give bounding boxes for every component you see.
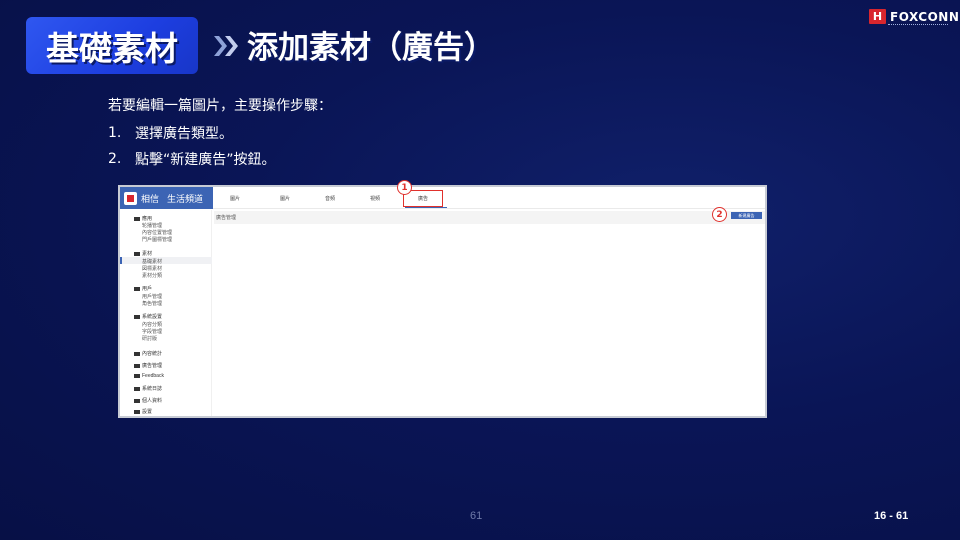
- step-1: 1. 選擇廣告類型。: [108, 120, 276, 146]
- sidebar-item-basic-materials[interactable]: 基礎素材: [142, 258, 162, 265]
- sidebar-item[interactable]: 門戶圖標管理: [142, 236, 172, 243]
- sidebar-group-users[interactable]: 用戶: [134, 285, 152, 292]
- title-pill: 基礎素材: [26, 17, 198, 74]
- logs-icon: [134, 386, 140, 391]
- sidebar-group-label: 內容統計: [142, 351, 163, 357]
- sidebar-group-label: 廣告管理: [142, 363, 163, 369]
- nav-item-audio[interactable]: 音頻: [325, 195, 335, 202]
- sidebar-group-label: 系統日誌: [142, 386, 163, 392]
- sidebar-item[interactable]: 轮播管理: [142, 222, 162, 229]
- logo-tagline-line: [888, 24, 948, 26]
- instructions-intro: 若要編輯一篇圖片，主要操作步驟：: [108, 98, 332, 114]
- brand-name: 相信: [141, 194, 160, 205]
- ads-icon: [134, 363, 140, 368]
- gear-icon: [134, 409, 140, 414]
- page-subtitle: 添加素材（廣告）: [247, 30, 495, 66]
- step-text: 選擇廣告類型。: [135, 126, 233, 142]
- sidebar-item[interactable]: 內容分類: [142, 321, 162, 328]
- sidebar-item[interactable]: 字段管理: [142, 328, 162, 335]
- foxconn-logo-mark: H: [869, 9, 886, 24]
- instruction-steps: 1. 選擇廣告類型。 2. 點擊“新建廣告”按鈕。: [108, 120, 276, 172]
- page-number-center: 61: [470, 510, 483, 522]
- settings-icon: [134, 314, 140, 319]
- foxconn-logo: H FOXCONN: [869, 9, 959, 24]
- sidebar-group-label: 個人資料: [142, 398, 163, 404]
- step-number: 1.: [108, 125, 122, 141]
- sidebar-item[interactable]: 研討版: [142, 335, 157, 342]
- sidebar-group-label: 設置: [142, 409, 153, 415]
- page-title: 基礎素材: [46, 28, 178, 68]
- users-icon: [134, 286, 140, 291]
- page-number-right: 16 - 61: [874, 510, 909, 522]
- sidebar-item[interactable]: 角色管理: [142, 300, 162, 307]
- sidebar-group-feedback[interactable]: Feedback: [134, 373, 164, 379]
- sidebar-group-logs[interactable]: 系統日誌: [134, 385, 162, 392]
- cms-sidebar: 應用 轮播管理 內容位置管理 門戶圖標管理 素材 基礎素材 図標素材 素材分類 …: [120, 210, 212, 416]
- stats-icon: [134, 351, 140, 356]
- feedback-icon: [134, 373, 140, 378]
- breadcrumb: 廣告管理: [216, 215, 237, 221]
- profile-icon: [134, 398, 140, 403]
- nav-item-video[interactable]: 視頻: [370, 195, 380, 202]
- callout-number-1: 1: [397, 180, 412, 195]
- sidebar-group-label: 系統設置: [142, 314, 163, 320]
- nav-item-pictures[interactable]: 圖片: [280, 195, 290, 202]
- sidebar-item[interactable]: 素材分類: [142, 272, 162, 279]
- sidebar-group-apps[interactable]: 應用: [134, 215, 152, 222]
- sidebar-item[interactable]: 用戶管理: [142, 293, 162, 300]
- sidebar-group-label: 用戶: [142, 286, 153, 292]
- cms-topbar: 相信 生活頻道 圖片 圖片 音頻 視頻 廣告: [120, 187, 765, 209]
- sidebar-group-label: Feedback: [142, 373, 164, 379]
- sidebar-group-profile[interactable]: 個人資料: [134, 397, 162, 404]
- sidebar-group-ads[interactable]: 廣告管理: [134, 362, 162, 369]
- materials-icon: [134, 251, 140, 256]
- foxconn-logo-text: FOXCONN: [890, 9, 960, 24]
- cms-brand[interactable]: 相信 生活頻道: [120, 187, 213, 209]
- main-header-bar: [214, 211, 765, 224]
- nav-item-images[interactable]: 圖片: [230, 195, 240, 202]
- sidebar-group-stats[interactable]: 內容統計: [134, 350, 162, 357]
- cms-screenshot: 相信 生活頻道 圖片 圖片 音頻 視頻 廣告 1 應用 轮播管理 內容位置管理 …: [118, 180, 767, 418]
- step-text: 點擊“新建廣告”按鈕。: [135, 152, 276, 168]
- step-2: 2. 點擊“新建廣告”按鈕。: [108, 146, 276, 172]
- sidebar-group-settings[interactable]: 系統設置: [134, 313, 162, 320]
- callout-number-2: 2: [712, 207, 727, 222]
- sidebar-group-materials[interactable]: 素材: [134, 250, 152, 257]
- brand-logo-icon: [124, 191, 137, 205]
- step-number: 2.: [108, 151, 122, 167]
- sidebar-active-highlight: [120, 257, 212, 264]
- new-ad-button[interactable]: 新建廣告: [731, 212, 762, 219]
- nav-active-underline: [405, 207, 447, 208]
- brand-subtitle: 生活頻道: [167, 194, 204, 205]
- double-chevron-right-icon: [214, 36, 238, 56]
- sidebar-item[interactable]: 內容位置管理: [142, 229, 172, 236]
- sidebar-group-preferences[interactable]: 設置: [134, 408, 152, 415]
- apps-icon: [134, 216, 140, 221]
- sidebar-item[interactable]: 図標素材: [142, 265, 162, 272]
